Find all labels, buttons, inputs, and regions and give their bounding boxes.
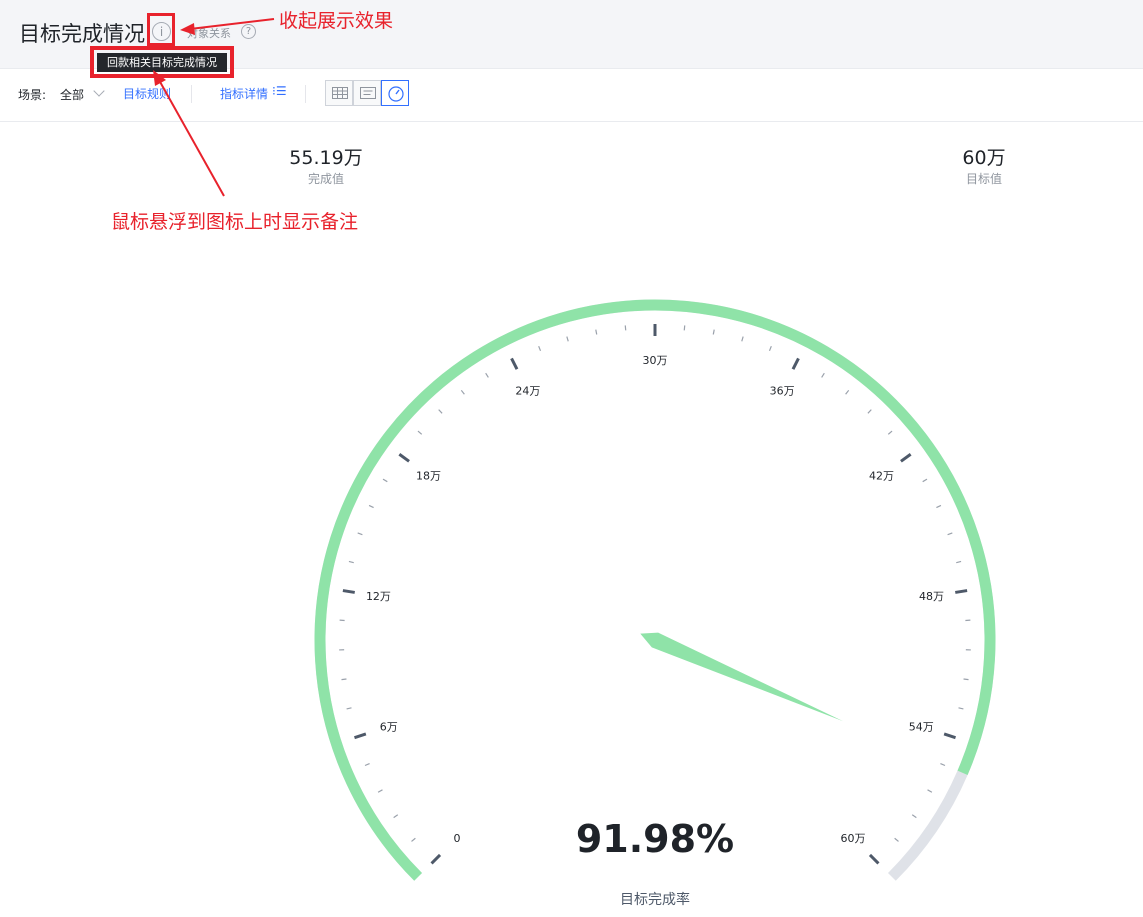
annotation-collapse-text: 收起展示效果 bbox=[279, 10, 394, 32]
annotation-arrows bbox=[153, 18, 275, 197]
annotation-hover-text: 鼠标悬浮到图标上时显示备注 bbox=[111, 211, 359, 233]
